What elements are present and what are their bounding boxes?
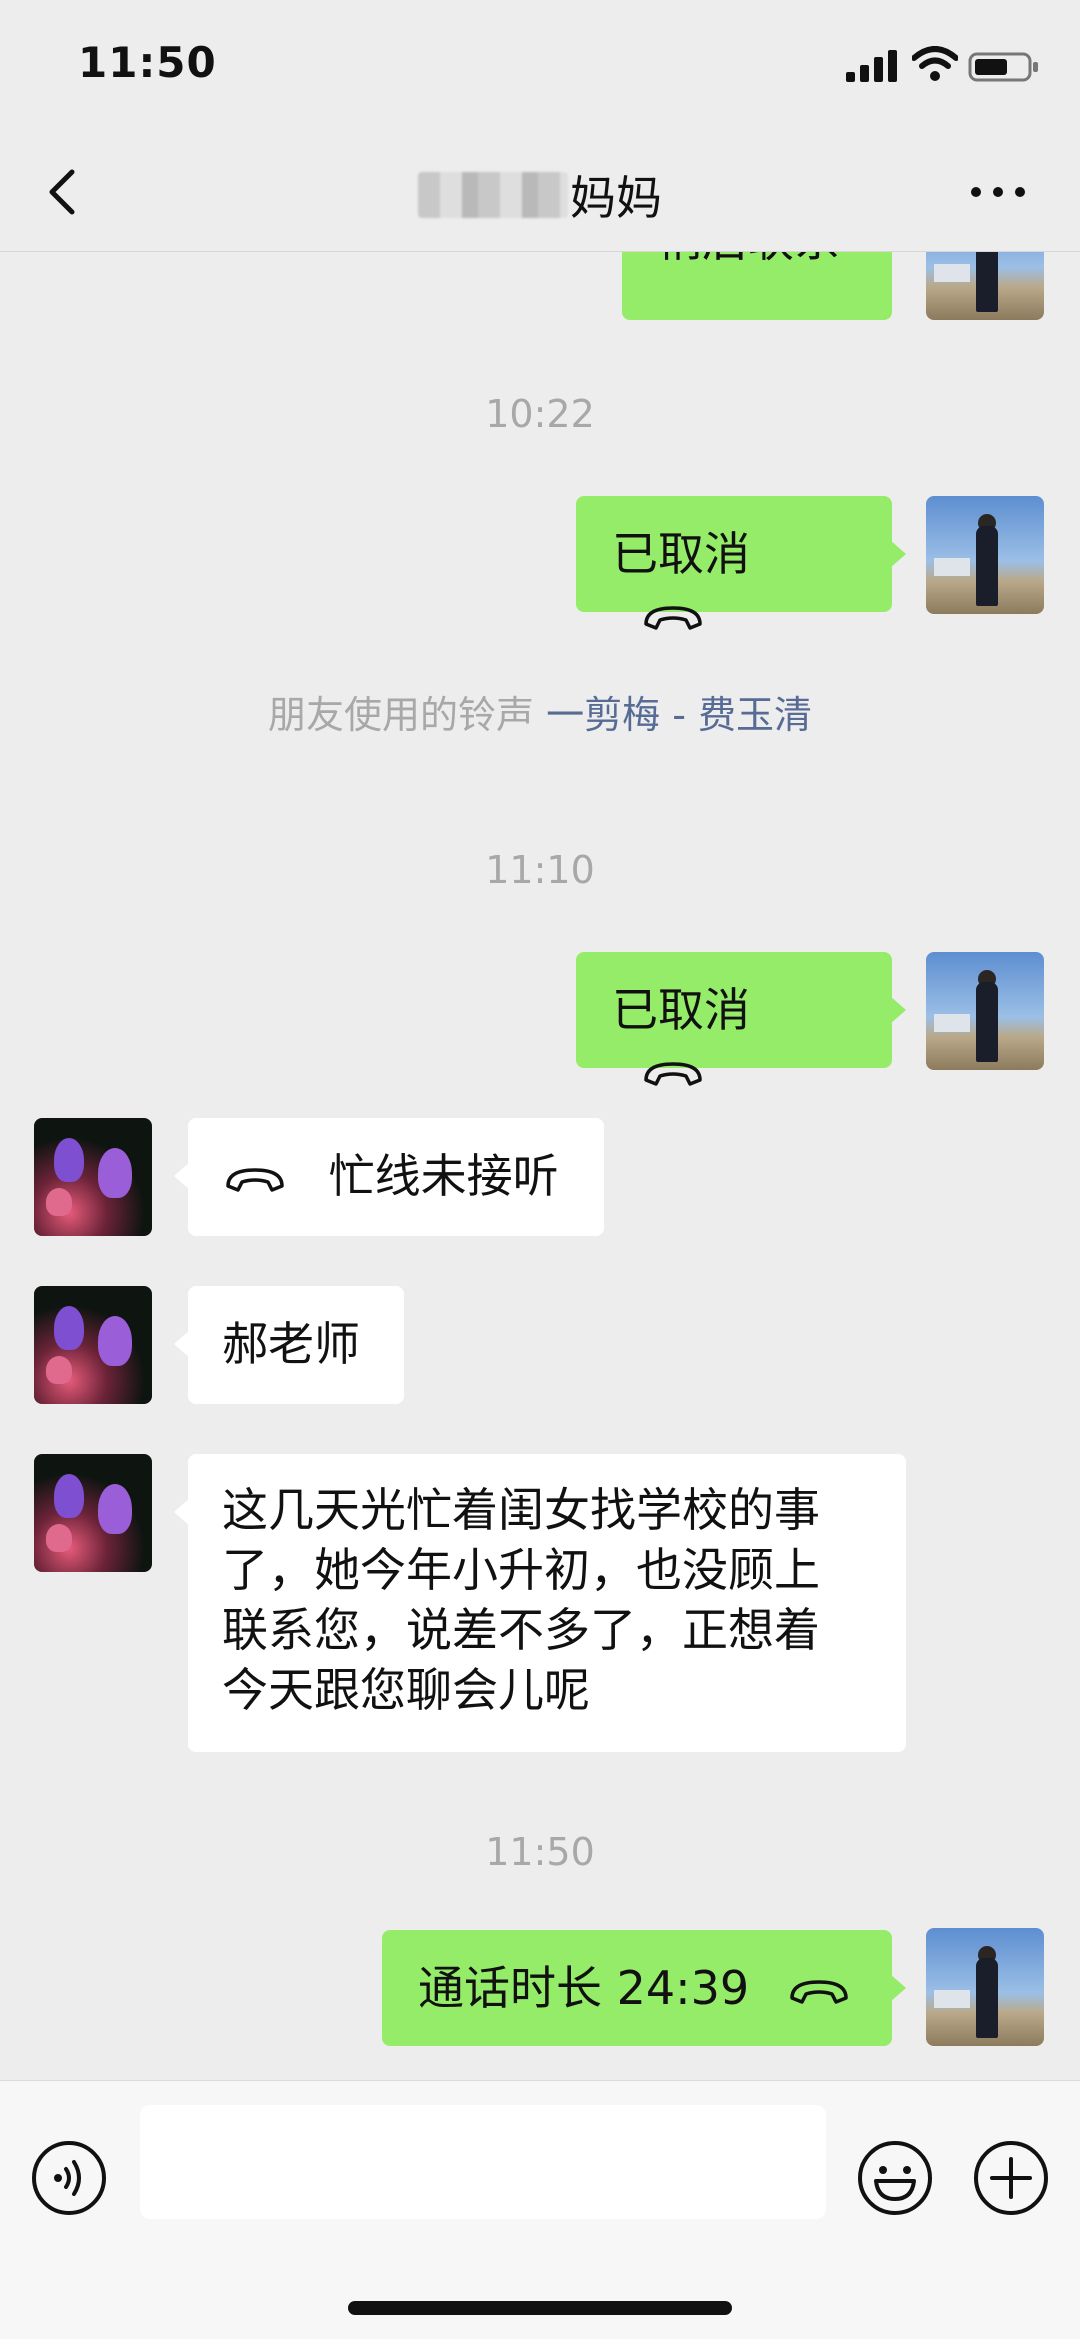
message-text: 稍后联系 xyxy=(656,252,840,267)
message-incoming-missed-call[interactable]: 忙线未接听 xyxy=(174,1118,604,1236)
ringtone-note: 朋友使用的铃声 一剪梅 - 费玉清 xyxy=(0,684,1080,739)
input-bar xyxy=(0,2080,1080,2339)
avatar-self[interactable] xyxy=(926,1928,1044,2046)
message-input[interactable] xyxy=(140,2105,826,2219)
status-bar: 11:50 xyxy=(0,0,1080,132)
message-text: 已取消 xyxy=(612,527,750,581)
message-text: 已取消 xyxy=(612,983,750,1037)
avatar-friend[interactable] xyxy=(34,1286,152,1404)
chat-screen: 11:50 妈妈 10:22 已取消 朋友使用的铃声 一剪梅 - 费玉清 11:… xyxy=(0,0,1080,2339)
voice-icon[interactable] xyxy=(30,2139,108,2217)
wifi-icon xyxy=(912,46,958,81)
battery-icon xyxy=(968,52,1038,82)
phone-icon xyxy=(644,1061,702,1086)
message-list: 稍后联系 10:22 已取消 朋友使用的铃声 一剪梅 - 费玉清 11:10 已… xyxy=(0,252,1080,2080)
timestamp: 10:22 xyxy=(485,392,595,436)
phone-icon xyxy=(226,1167,284,1192)
message-line: 今天跟您聊会儿呢 xyxy=(222,1663,590,1717)
home-indicator xyxy=(348,2301,732,2315)
message-text: 通话时长 24:39 xyxy=(418,1961,750,2015)
phone-icon xyxy=(644,605,702,630)
avatar-friend[interactable] xyxy=(34,1454,152,1572)
message-text: 郝老师 xyxy=(222,1317,360,1371)
timestamp: 11:10 xyxy=(485,848,595,892)
plus-icon[interactable] xyxy=(972,2139,1050,2217)
avatar-self[interactable] xyxy=(926,952,1044,1070)
ringtone-link[interactable]: 一剪梅 - 费玉清 xyxy=(546,693,812,737)
message-outgoing[interactable]: 稍后联系 xyxy=(622,252,906,320)
message-line: 联系您，说差不多了，正想着 xyxy=(222,1603,820,1657)
chat-title-text: 妈妈 xyxy=(570,171,662,225)
message-line: 了，她今年小升初，也没顾上 xyxy=(222,1543,820,1597)
status-time: 11:50 xyxy=(78,38,217,87)
avatar-self[interactable] xyxy=(926,496,1044,614)
avatar-friend[interactable] xyxy=(34,1118,152,1236)
message-incoming[interactable]: 这几天光忙着闺女找学校的事 了，她今年小升初，也没顾上 联系您，说差不多了，正想… xyxy=(174,1454,906,1752)
message-outgoing-call-cancelled[interactable]: 已取消 xyxy=(576,496,906,630)
message-incoming[interactable]: 郝老师 xyxy=(174,1286,404,1404)
message-text: 忙线未接听 xyxy=(328,1149,559,1203)
phone-icon xyxy=(790,1979,848,2004)
signal-icon xyxy=(846,50,897,82)
more-icon[interactable] xyxy=(966,166,1030,218)
chat-title: 妈妈 xyxy=(0,162,1080,228)
emoji-icon[interactable] xyxy=(856,2139,934,2217)
message-outgoing-call-duration[interactable]: 通话时长 24:39 xyxy=(382,1930,906,2046)
ringtone-prefix: 朋友使用的铃声 xyxy=(268,693,547,737)
redacted-name xyxy=(418,172,568,218)
timestamp: 11:50 xyxy=(485,1830,595,1874)
nav-bar: 妈妈 xyxy=(0,132,1080,252)
avatar-self[interactable] xyxy=(926,252,1044,320)
message-outgoing-call-cancelled[interactable]: 已取消 xyxy=(576,952,906,1086)
message-line: 这几天光忙着闺女找学校的事 xyxy=(222,1483,820,1537)
